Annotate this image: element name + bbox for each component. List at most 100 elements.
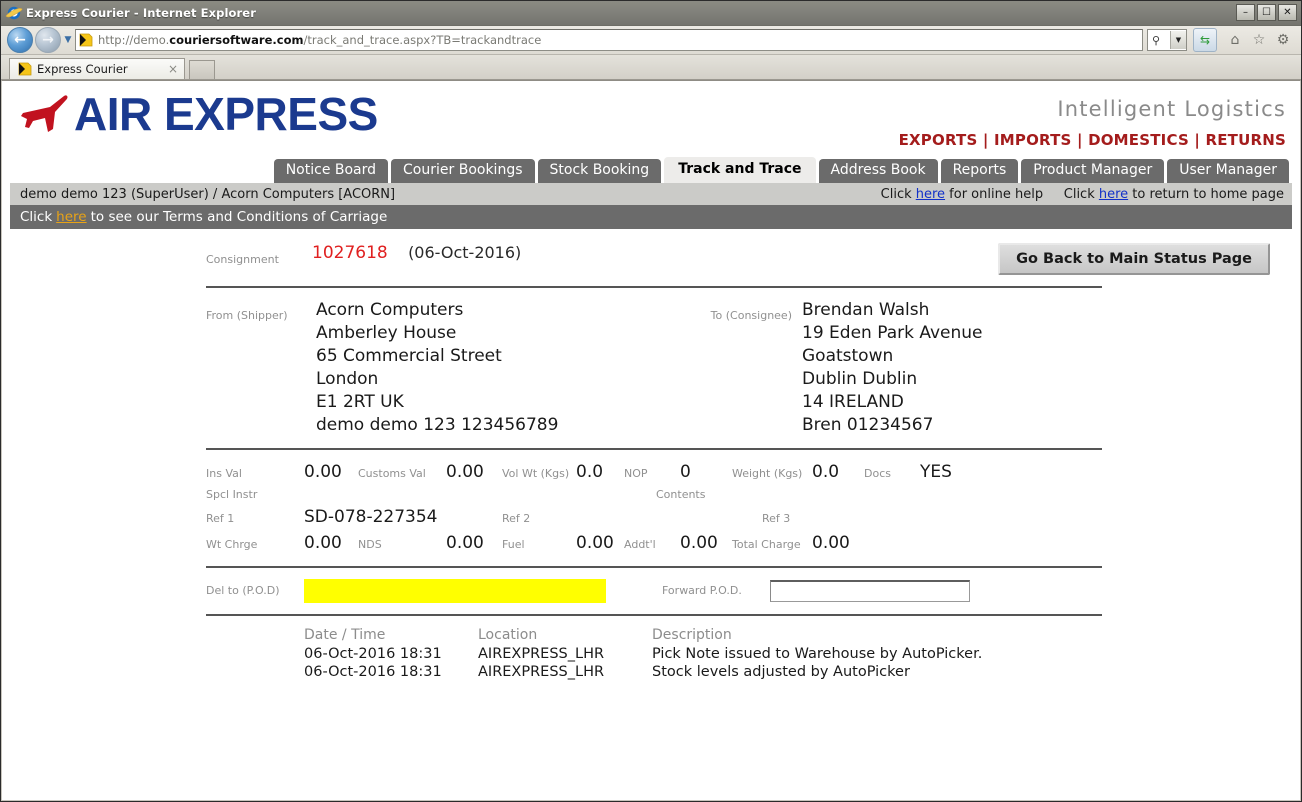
site-tagline: Intelligent Logistics: [1057, 97, 1286, 121]
tab-close-icon[interactable]: ×: [160, 62, 178, 76]
addtl-label: Addt'l: [624, 537, 656, 551]
nds-value: 0.00: [446, 532, 484, 553]
shipper-address: Acorn Computers Amberley House 65 Commer…: [316, 299, 702, 437]
tab-courier-bookings[interactable]: Courier Bookings: [391, 158, 535, 183]
tab-address-book[interactable]: Address Book: [818, 158, 938, 183]
site-logo[interactable]: AIR EXPRESS: [20, 91, 378, 137]
browser-tab-express-courier[interactable]: Express Courier ×: [9, 58, 185, 79]
divider-4: [206, 613, 1102, 616]
browser-window: Express Courier - Internet Explorer – ☐ …: [0, 0, 1302, 802]
consignment-header-row: Consignment 1027618 (06-Oct-2016) Go Bac…: [2, 243, 1300, 275]
site-header: AIR EXPRESS Intelligent Logistics EXPORT…: [2, 81, 1300, 159]
tracking-events-table: Date / Time Location Description 06-Oct-…: [304, 627, 982, 681]
consignee-line-5: 14 IRELAND: [802, 391, 904, 412]
browser-address-bar: ← → ▼ http://demo.couriersoftware.com/tr…: [1, 26, 1301, 55]
search-box[interactable]: ⚲ ▼: [1147, 29, 1187, 51]
event-location: AIREXPRESS_LHR: [478, 645, 605, 662]
tab-reports[interactable]: Reports: [940, 158, 1019, 183]
ins-val-value: 0.00: [304, 461, 342, 482]
tab-track-and-trace[interactable]: Track and Trace: [664, 156, 816, 183]
consignee-label: To (Consignee): [710, 309, 792, 322]
wt-chrge-label: Wt Chrge: [206, 537, 258, 551]
forward-arrow-icon: →: [42, 32, 54, 48]
online-help-link[interactable]: here: [916, 187, 945, 202]
home-page-suffix: to return to home page: [1128, 186, 1284, 202]
url-text: http://demo.couriersoftware.com/track_an…: [98, 33, 541, 47]
home-icon[interactable]: ⌂: [1223, 29, 1247, 51]
customs-val-label: Customs Val: [358, 466, 426, 480]
forward-button[interactable]: →: [35, 27, 61, 53]
divider-2: [206, 447, 1102, 450]
main-nav-tabs: Notice Board Courier Bookings Stock Book…: [2, 156, 1300, 183]
details-section: Ins Val 0.00 Customs Val 0.00 Vol Wt (Kg…: [2, 461, 1300, 568]
consignment-label: Consignment: [206, 253, 279, 266]
back-button[interactable]: ←: [7, 27, 33, 53]
tab-product-manager[interactable]: Product Manager: [1021, 158, 1165, 183]
new-tab-button[interactable]: [189, 60, 215, 79]
browser-tab-label: Express Courier: [37, 62, 128, 76]
details-row-3: Ref 1 SD-078-227354 Ref 2 Ref 3: [206, 506, 1102, 529]
event-date-time: 06-Oct-2016 18:31: [304, 663, 442, 680]
shipper-line-5: E1 2RT UK: [316, 391, 404, 412]
del-to-pod-input[interactable]: [304, 578, 606, 603]
nds-label: NDS: [358, 537, 382, 551]
go-back-to-main-status-page-button[interactable]: Go Back to Main Status Page: [998, 243, 1270, 275]
events-header-location: Location: [478, 626, 538, 643]
url-path: /track_and_trace.aspx?TB=trackandtrace: [303, 33, 542, 47]
divider-wrap-1: [2, 286, 1300, 288]
nop-label: NOP: [624, 466, 648, 480]
terms-link[interactable]: here: [56, 209, 86, 225]
air-express-page: AIR EXPRESS Intelligent Logistics EXPORT…: [2, 81, 1300, 800]
vol-wt-value: 0.0: [576, 461, 604, 482]
service-links[interactable]: EXPORTS | IMPORTS | DOMESTICS | RETURNS: [899, 131, 1286, 149]
tab-favicon-icon: [17, 61, 33, 77]
fuel-value: 0.00: [576, 532, 614, 553]
url-scheme: http://demo.: [98, 33, 170, 47]
docs-label: Docs: [864, 466, 891, 480]
wt-chrge-value: 0.00: [304, 532, 342, 553]
tab-stock-booking[interactable]: Stock Booking: [537, 158, 662, 183]
docs-value: YES: [920, 461, 952, 482]
settings-gear-icon[interactable]: ⚙: [1271, 29, 1295, 51]
back-arrow-icon: ←: [14, 32, 26, 48]
online-help-suffix: for online help: [945, 186, 1044, 202]
forward-pod-label: Forward P.O.D.: [662, 583, 742, 597]
terms-bar: Click here to see our Terms and Conditio…: [10, 205, 1292, 229]
event-description: Stock levels adjusted by AutoPicker: [652, 663, 910, 680]
minimize-button[interactable]: –: [1236, 4, 1255, 21]
close-button[interactable]: ✕: [1278, 4, 1297, 21]
events-header-row: Date / Time Location Description: [304, 627, 982, 645]
consignee-line-6: Bren 01234567: [802, 414, 934, 435]
forward-pod-input[interactable]: [770, 579, 970, 602]
event-date-time: 06-Oct-2016 18:31: [304, 645, 442, 662]
details-row-1: Ins Val 0.00 Customs Val 0.00 Vol Wt (Kg…: [206, 461, 1102, 484]
ref2-label: Ref 2: [502, 511, 531, 525]
consignee-line-1: Brendan Walsh: [802, 300, 930, 320]
history-dropdown-icon[interactable]: ▼: [61, 28, 75, 52]
consignee-address: Brendan Walsh 19 Eden Park Avenue Goatst…: [802, 299, 1102, 437]
terms-suffix: to see our Terms and Conditions of Carri…: [90, 209, 388, 225]
ref1-value: SD-078-227354: [304, 506, 438, 527]
nop-value: 0: [680, 461, 691, 482]
url-bar[interactable]: http://demo.couriersoftware.com/track_an…: [75, 29, 1143, 51]
ref3-label: Ref 3: [762, 511, 791, 525]
events-header-description: Description: [652, 626, 732, 643]
addtl-value: 0.00: [680, 532, 718, 553]
search-provider-chevron-down-icon[interactable]: ▼: [1170, 31, 1186, 49]
compatibility-refresh-icon[interactable]: ⇆: [1193, 28, 1217, 52]
events-section: Date / Time Location Description 06-Oct-…: [2, 627, 1300, 681]
terms-prefix: Click: [20, 209, 53, 225]
shipper-label-wrap: From (Shipper): [206, 299, 316, 437]
tab-notice-board[interactable]: Notice Board: [273, 158, 389, 183]
tab-user-manager[interactable]: User Manager: [1167, 158, 1289, 183]
shipper-line-6: demo demo 123 123456789: [316, 414, 559, 435]
account-label: demo demo 123 (SuperUser) / Acorn Comput…: [20, 186, 396, 202]
maximize-button[interactable]: ☐: [1257, 4, 1276, 21]
address-section: From (Shipper) Acorn Computers Amberley …: [2, 299, 1300, 450]
home-page-link[interactable]: here: [1099, 187, 1128, 202]
consignee-line-4: Dublin Dublin: [802, 368, 918, 389]
contents-label: Contents: [656, 487, 706, 501]
page-viewport: AIR EXPRESS Intelligent Logistics EXPORT…: [1, 80, 1301, 801]
favorites-star-icon[interactable]: ☆: [1247, 29, 1271, 51]
total-charge-value: 0.00: [812, 532, 850, 553]
